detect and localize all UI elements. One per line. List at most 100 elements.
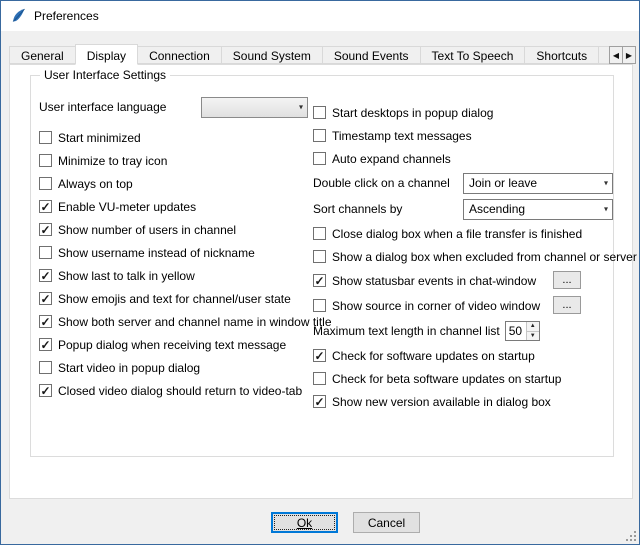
checkbox-box[interactable] <box>313 152 326 165</box>
checkbox-minimize-to-tray[interactable]: Minimize to tray icon <box>39 149 313 172</box>
checkbox-box[interactable]: ✓ <box>39 384 52 397</box>
checkbox-label: Check for software updates on startup <box>332 349 535 363</box>
checkbox-always-on-top[interactable]: Always on top <box>39 172 313 195</box>
right-column: Start desktops in popup dialog Timestamp… <box>313 101 613 413</box>
resize-grip[interactable] <box>625 530 637 542</box>
checkbox-label: Show username instead of nickname <box>58 246 255 260</box>
chevron-down-icon: ▾ <box>604 205 608 214</box>
ok-button[interactable]: Ok <box>271 512 338 533</box>
tab-general[interactable]: General <box>9 46 76 64</box>
checkbox-box[interactable]: ✓ <box>39 269 52 282</box>
user-interface-settings-group: User Interface Settings User interface l… <box>30 75 614 457</box>
checkbox-box[interactable] <box>313 372 326 385</box>
group-title: User Interface Settings <box>40 68 170 82</box>
tab-scroll-right-button[interactable]: ▶ <box>622 46 636 64</box>
tab-scroller: ◀ ▶ <box>609 46 636 64</box>
checkbox-box[interactable] <box>39 177 52 190</box>
checkbox-label: Timestamp text messages <box>332 129 472 143</box>
video-source-browse-button[interactable]: ... <box>553 296 581 314</box>
checkbox-label: Show new version available in dialog box <box>332 395 551 409</box>
checkbox-timestamp-messages[interactable]: Timestamp text messages <box>313 124 613 147</box>
statusbar-events-label: Show statusbar events in chat-window <box>332 274 536 288</box>
checkbox-box[interactable] <box>39 246 52 259</box>
cancel-button[interactable]: Cancel <box>353 512 420 533</box>
checkbox-show-emojis[interactable]: ✓ Show emojis and text for channel/user … <box>39 287 313 310</box>
video-source-label: Show source in corner of video window <box>332 299 540 313</box>
checkbox-label: Start minimized <box>58 131 141 145</box>
tab-sound-system[interactable]: Sound System <box>221 46 323 64</box>
checkbox-show-new-version[interactable]: ✓ Show new version available in dialog b… <box>313 390 613 413</box>
checkbox-label: Auto expand channels <box>332 152 451 166</box>
checkbox-start-minimized[interactable]: Start minimized <box>39 126 313 149</box>
window-title: Preferences <box>34 9 99 23</box>
tab-text-to-speech[interactable]: Text To Speech <box>420 46 526 64</box>
tab-shortcuts[interactable]: Shortcuts <box>524 46 599 64</box>
tab-bar: General Display Connection Sound System … <box>9 44 633 65</box>
statusbar-events-row: ✓ Show statusbar events in chat-window .… <box>313 268 613 293</box>
checkbox-check-updates[interactable]: ✓ Check for software updates on startup <box>313 344 613 367</box>
checkbox-label: Show emojis and text for channel/user st… <box>58 292 291 306</box>
language-combobox[interactable]: ▾ <box>201 97 308 118</box>
checkbox-show-dialog-excluded[interactable]: Show a dialog box when excluded from cha… <box>313 245 613 268</box>
checkbox-label: Start desktops in popup dialog <box>332 106 493 120</box>
checkbox-box[interactable] <box>313 299 326 312</box>
checkbox-box[interactable]: ✓ <box>39 315 52 328</box>
spin-down-icon[interactable]: ▼ <box>527 331 539 341</box>
checkbox-box[interactable]: ✓ <box>313 274 326 287</box>
checkbox-box[interactable] <box>39 361 52 374</box>
spin-up-icon[interactable]: ▲ <box>527 322 539 331</box>
checkbox-box[interactable] <box>313 227 326 240</box>
checkbox-start-desktops-popup[interactable]: Start desktops in popup dialog <box>313 101 613 124</box>
sort-channels-combobox-value: Ascending <box>469 202 525 216</box>
chevron-down-icon: ▾ <box>299 103 303 112</box>
checkbox-auto-expand-channels[interactable]: Auto expand channels <box>313 147 613 170</box>
double-click-combobox-value: Join or leave <box>469 176 537 190</box>
checkbox-box[interactable]: ✓ <box>39 200 52 213</box>
checkbox-show-server-channel-title[interactable]: ✓ Show both server and channel name in w… <box>39 310 313 333</box>
max-text-length-value: 50 <box>506 322 526 340</box>
checkbox-show-last-to-talk[interactable]: ✓ Show last to talk in yellow <box>39 264 313 287</box>
checkbox-label: Show last to talk in yellow <box>58 269 195 283</box>
checkbox-show-username[interactable]: Show username instead of nickname <box>39 241 313 264</box>
checkbox-closed-video-return[interactable]: ✓ Closed video dialog should return to v… <box>39 379 313 402</box>
double-click-combobox[interactable]: Join or leave ▾ <box>463 173 613 194</box>
checkbox-label: Start video in popup dialog <box>58 361 200 375</box>
max-text-length-spinner[interactable]: 50 ▲ ▼ <box>505 321 540 341</box>
statusbar-events-browse-button[interactable]: ... <box>553 271 581 289</box>
display-tab-page: User Interface Settings User interface l… <box>9 64 633 499</box>
checkbox-box[interactable] <box>313 129 326 142</box>
titlebar[interactable]: Preferences <box>1 1 639 31</box>
checkbox-box[interactable]: ✓ <box>39 292 52 305</box>
video-source-row: Show source in corner of video window ..… <box>313 293 613 318</box>
checkbox-start-video-popup[interactable]: Start video in popup dialog <box>39 356 313 379</box>
preferences-window: Preferences General Display Connection S… <box>0 0 640 545</box>
checkbox-box[interactable]: ✓ <box>313 349 326 362</box>
checkbox-box[interactable] <box>313 106 326 119</box>
checkbox-box[interactable] <box>39 154 52 167</box>
tab-display[interactable]: Display <box>75 44 138 65</box>
checkbox-check-beta-updates[interactable]: Check for beta software updates on start… <box>313 367 613 390</box>
checkbox-label: Show a dialog box when excluded from cha… <box>332 250 637 264</box>
checkbox-box[interactable] <box>313 250 326 263</box>
checkbox-box[interactable]: ✓ <box>39 338 52 351</box>
tab-sound-events[interactable]: Sound Events <box>322 46 421 64</box>
checkbox-box[interactable]: ✓ <box>313 395 326 408</box>
checkbox-label: Show number of users in channel <box>58 223 236 237</box>
max-text-length-label: Maximum text length in channel list <box>313 324 500 338</box>
checkbox-popup-text-message[interactable]: ✓ Popup dialog when receiving text messa… <box>39 333 313 356</box>
checkbox-label: Check for beta software updates on start… <box>332 372 561 386</box>
tab-connection[interactable]: Connection <box>137 46 222 64</box>
checkbox-show-number-of-users[interactable]: ✓ Show number of users in channel <box>39 218 313 241</box>
left-column: User interface language ▾ Start minimize… <box>39 96 313 402</box>
checkbox-label: Close dialog box when a file transfer is… <box>332 227 582 241</box>
checkbox-close-dialog-file-transfer[interactable]: Close dialog box when a file transfer is… <box>313 222 613 245</box>
checkbox-enable-vu-meter[interactable]: ✓ Enable VU-meter updates <box>39 195 313 218</box>
checkbox-box[interactable] <box>39 131 52 144</box>
sort-channels-combobox[interactable]: Ascending ▾ <box>463 199 613 220</box>
chevron-down-icon: ▾ <box>604 179 608 188</box>
checkbox-box[interactable]: ✓ <box>39 223 52 236</box>
spinner-buttons: ▲ ▼ <box>526 322 539 340</box>
sort-channels-label: Sort channels by <box>313 202 402 216</box>
tab-scroll-left-button[interactable]: ◀ <box>609 46 623 64</box>
ok-button-label: Ok <box>297 516 312 530</box>
